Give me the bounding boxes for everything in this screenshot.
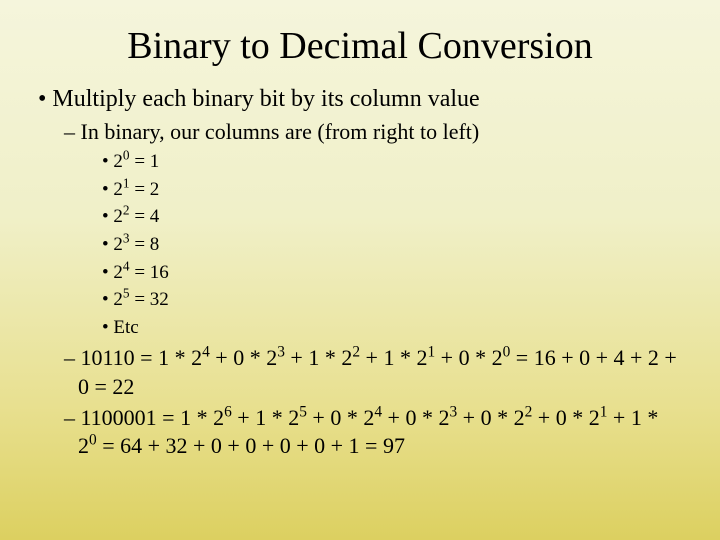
p2-val: = 4 bbox=[130, 206, 160, 227]
sub-columns: In binary, our columns are (from right t… bbox=[64, 119, 682, 340]
bullet-main: Multiply each binary bit by its column v… bbox=[38, 86, 682, 461]
p3-base: 2 bbox=[113, 234, 123, 255]
slide: Binary to Decimal Conversion Multiply ea… bbox=[0, 0, 720, 540]
ex2-e2: 5 bbox=[299, 403, 307, 420]
p2-exp: 2 bbox=[123, 203, 130, 218]
ex2-e7: 0 bbox=[89, 432, 97, 449]
ex2-e1: 6 bbox=[224, 403, 232, 420]
p3-val: = 8 bbox=[130, 234, 160, 255]
ex2-t2: + 1 * 2 bbox=[232, 405, 299, 430]
bullet-list: Multiply each binary bit by its column v… bbox=[38, 86, 682, 461]
ex1-t1: 10110 = 1 * 2 bbox=[81, 345, 203, 370]
p0-exp: 0 bbox=[123, 148, 130, 163]
power-4: 24 = 16 bbox=[102, 260, 682, 286]
p5-val: = 32 bbox=[130, 289, 169, 310]
p1-exp: 1 bbox=[123, 175, 130, 190]
p1-val: = 2 bbox=[130, 179, 160, 200]
ex1-e1: 4 bbox=[202, 344, 210, 361]
p0-val: = 1 bbox=[130, 151, 160, 172]
p1-base: 2 bbox=[113, 179, 123, 200]
ex2-t5: + 0 * 2 bbox=[457, 405, 524, 430]
ex1-t2: + 0 * 2 bbox=[210, 345, 277, 370]
p5-exp: 5 bbox=[123, 286, 130, 301]
ex1-t4: + 1 * 2 bbox=[360, 345, 427, 370]
power-2: 22 = 4 bbox=[102, 204, 682, 230]
p4-base: 2 bbox=[113, 262, 123, 283]
p2-base: 2 bbox=[113, 206, 123, 227]
p4-exp: 4 bbox=[123, 258, 130, 273]
power-1: 21 = 2 bbox=[102, 177, 682, 203]
ex1-e2: 3 bbox=[277, 344, 285, 361]
slide-title: Binary to Decimal Conversion bbox=[38, 18, 682, 68]
powers-list: 20 = 1 21 = 2 22 = 4 23 = 8 24 = 16 25 =… bbox=[78, 149, 682, 340]
ex1-e3: 2 bbox=[352, 344, 360, 361]
ex1-t3: + 1 * 2 bbox=[285, 345, 352, 370]
ex2-t6: + 0 * 2 bbox=[532, 405, 599, 430]
power-3: 23 = 8 bbox=[102, 232, 682, 258]
p5-base: 2 bbox=[113, 289, 123, 310]
ex1-t5: + 0 * 2 bbox=[435, 345, 502, 370]
ex2-t1: 1100001 = 1 * 2 bbox=[81, 405, 225, 430]
ex2-t8: = 64 + 32 + 0 + 0 + 0 + 0 + 1 = 97 bbox=[97, 433, 405, 458]
example-2: 1100001 = 1 * 26 + 1 * 25 + 0 * 24 + 0 *… bbox=[64, 404, 682, 461]
power-5: 25 = 32 bbox=[102, 287, 682, 313]
example-1: 10110 = 1 * 24 + 0 * 23 + 1 * 22 + 1 * 2… bbox=[64, 344, 682, 401]
sub-columns-text: In binary, our columns are (from right t… bbox=[81, 119, 480, 144]
power-etc: Etc bbox=[102, 315, 682, 341]
bullet-main-text: Multiply each binary bit by its column v… bbox=[52, 86, 479, 112]
p4-val: = 16 bbox=[130, 262, 169, 283]
p0-base: 2 bbox=[113, 151, 123, 172]
ex2-t4: + 0 * 2 bbox=[382, 405, 449, 430]
etc-text: Etc bbox=[113, 317, 138, 338]
ex2-e3: 4 bbox=[374, 403, 382, 420]
sub-list: In binary, our columns are (from right t… bbox=[38, 119, 682, 461]
p3-exp: 3 bbox=[123, 231, 130, 246]
ex2-t3: + 0 * 2 bbox=[307, 405, 374, 430]
power-0: 20 = 1 bbox=[102, 149, 682, 175]
